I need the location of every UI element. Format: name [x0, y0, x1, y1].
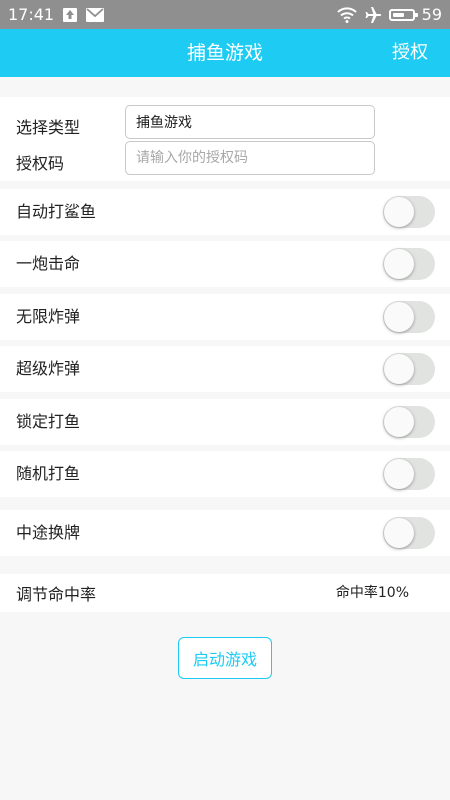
- hit-rate-row[interactable]: 调节命中率 命中率10%: [0, 574, 450, 612]
- super-bomb-switch[interactable]: [383, 353, 435, 385]
- toggle-label: 锁定打鱼: [16, 412, 81, 431]
- airplane-mode-icon: [364, 6, 382, 24]
- battery-level: 59: [421, 5, 442, 24]
- battery-fill: [392, 12, 404, 17]
- hit-rate-value: 命中率10%: [335, 585, 409, 601]
- one-shot-switch[interactable]: [383, 248, 435, 280]
- switch-card-switch[interactable]: [383, 517, 435, 549]
- toggle-row-lock-fish: 锁定打鱼: [0, 399, 450, 445]
- toggle-row-unlimited-bomb: 无限炸弹: [0, 294, 450, 340]
- switch-knob: [384, 249, 414, 279]
- status-time: 17:41: [8, 5, 55, 24]
- switch-knob: [384, 459, 414, 489]
- toggle-label: 自动打鲨鱼: [16, 202, 97, 221]
- code-label: 授权码: [16, 154, 65, 173]
- start-game-button[interactable]: 启动游戏: [178, 637, 272, 679]
- hit-rate-label: 调节命中率: [16, 585, 97, 604]
- toggle-row-auto-shark: 自动打鲨鱼: [0, 189, 450, 235]
- battery-icon: [388, 8, 418, 21]
- type-label: 选择类型: [16, 118, 81, 137]
- switch-knob: [384, 518, 414, 548]
- toggle-label: 中途换牌: [16, 523, 81, 542]
- authorize-button[interactable]: 授权: [392, 29, 428, 77]
- status-bar: 17:41 59: [0, 0, 450, 29]
- type-input[interactable]: [125, 105, 375, 139]
- form-card: 选择类型 授权码: [0, 97, 450, 181]
- upload-notification-icon: [62, 7, 78, 23]
- switch-knob: [384, 197, 414, 227]
- mail-notification-icon: [86, 7, 105, 22]
- toggle-label: 一炮击命: [16, 254, 81, 273]
- switch-knob: [384, 354, 414, 384]
- toggle-row-super-bomb: 超级炸弹: [0, 346, 450, 392]
- auto-shark-switch[interactable]: [383, 196, 435, 228]
- page-title: 捕鱼游戏: [186, 42, 263, 64]
- toggle-label: 超级炸弹: [16, 359, 81, 378]
- toggle-label: 随机打鱼: [16, 464, 81, 483]
- toggle-row-random-fish: 随机打鱼: [0, 451, 450, 497]
- code-input[interactable]: [125, 141, 375, 175]
- random-fish-switch[interactable]: [383, 458, 435, 490]
- toggle-label: 无限炸弹: [16, 307, 81, 326]
- app-bar: 捕鱼游戏 授权: [0, 29, 450, 77]
- type-row: 选择类型: [0, 105, 450, 143]
- toggle-row-one-shot: 一炮击命: [0, 241, 450, 287]
- unlimited-bomb-switch[interactable]: [383, 301, 435, 333]
- toggle-row-switch-card: 中途换牌: [0, 510, 450, 556]
- wifi-icon: [336, 6, 357, 23]
- code-row: 授权码: [0, 141, 450, 179]
- lock-fish-switch[interactable]: [383, 406, 435, 438]
- switch-knob: [384, 302, 414, 332]
- switch-knob: [384, 407, 414, 437]
